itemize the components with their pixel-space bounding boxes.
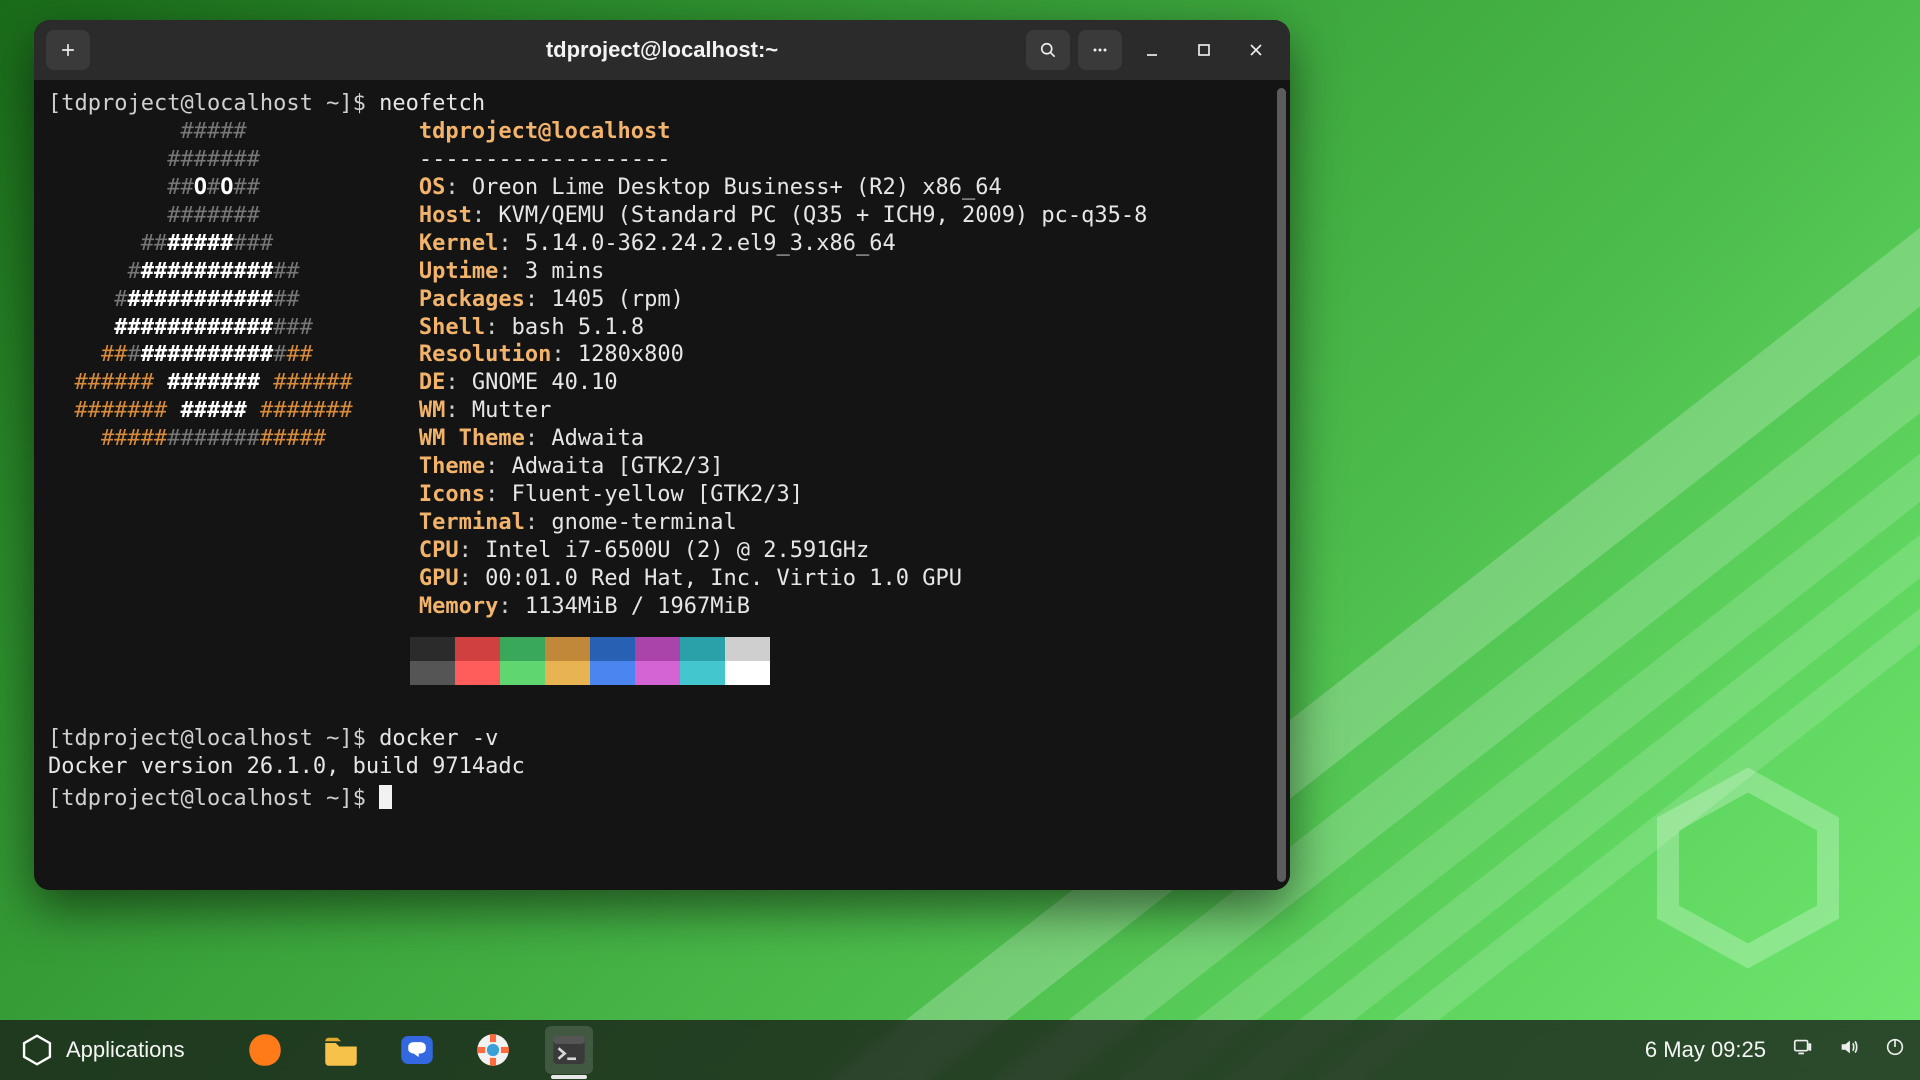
new-tab-button[interactable] [46, 30, 90, 70]
launcher-help[interactable] [469, 1026, 517, 1074]
launcher-terminal[interactable] [545, 1026, 593, 1074]
prompt-line-2: [tdproject@localhost ~]$ docker -v [48, 725, 1276, 753]
prompt-line-3: [tdproject@localhost ~]$ [48, 781, 1276, 813]
applications-label: Applications [66, 1037, 185, 1063]
color-swatches [410, 637, 1276, 685]
swatch [545, 637, 590, 661]
swatch [725, 661, 770, 685]
swatch [635, 637, 680, 661]
swatch [455, 637, 500, 661]
launcher-software[interactable] [393, 1026, 441, 1074]
clock[interactable]: 6 May 09:25 [1645, 1037, 1766, 1063]
launcher-firefox[interactable] [241, 1026, 289, 1074]
hexagon-icon [20, 1033, 54, 1067]
menu-button[interactable] [1078, 30, 1122, 70]
taskbar[interactable]: Applications [0, 1020, 1920, 1080]
swatch [680, 637, 725, 661]
taskbar-launchers [241, 1026, 593, 1074]
swatch [545, 661, 590, 685]
swatch [635, 661, 680, 685]
network-icon[interactable] [1792, 1036, 1814, 1064]
text-cursor [379, 785, 392, 809]
swatch [725, 637, 770, 661]
desktop-root: tdproject@localhost:~ [0, 0, 1920, 1080]
search-button[interactable] [1026, 30, 1070, 70]
swatch [500, 661, 545, 685]
terminal-viewport[interactable]: [tdproject@localhost ~]$ neofetch ##### … [34, 80, 1290, 890]
swatch [590, 637, 635, 661]
power-icon[interactable] [1884, 1036, 1906, 1064]
system-tray: 6 May 09:25 [1645, 1036, 1906, 1064]
window-titlebar[interactable]: tdproject@localhost:~ [34, 20, 1290, 80]
swatch [410, 637, 455, 661]
close-button[interactable] [1234, 30, 1278, 70]
volume-icon[interactable] [1838, 1036, 1860, 1064]
swatch [680, 661, 725, 685]
launcher-files[interactable] [317, 1026, 365, 1074]
prompt-line-1: [tdproject@localhost ~]$ neofetch [48, 90, 1276, 118]
applications-menu-button[interactable]: Applications [14, 1029, 191, 1071]
maximize-button[interactable] [1182, 30, 1226, 70]
logo-watermark [1648, 768, 1848, 968]
swatch [410, 661, 455, 685]
minimize-button[interactable] [1130, 30, 1174, 70]
neofetch-output: ##### tdproject@localhost ####### ------… [48, 118, 1276, 621]
swatch [500, 637, 545, 661]
terminal-window[interactable]: tdproject@localhost:~ [34, 20, 1290, 890]
swatch [590, 661, 635, 685]
docker-output: Docker version 26.1.0, build 9714adc [48, 753, 1276, 781]
terminal-scrollbar[interactable] [1277, 88, 1286, 882]
swatch [455, 661, 500, 685]
